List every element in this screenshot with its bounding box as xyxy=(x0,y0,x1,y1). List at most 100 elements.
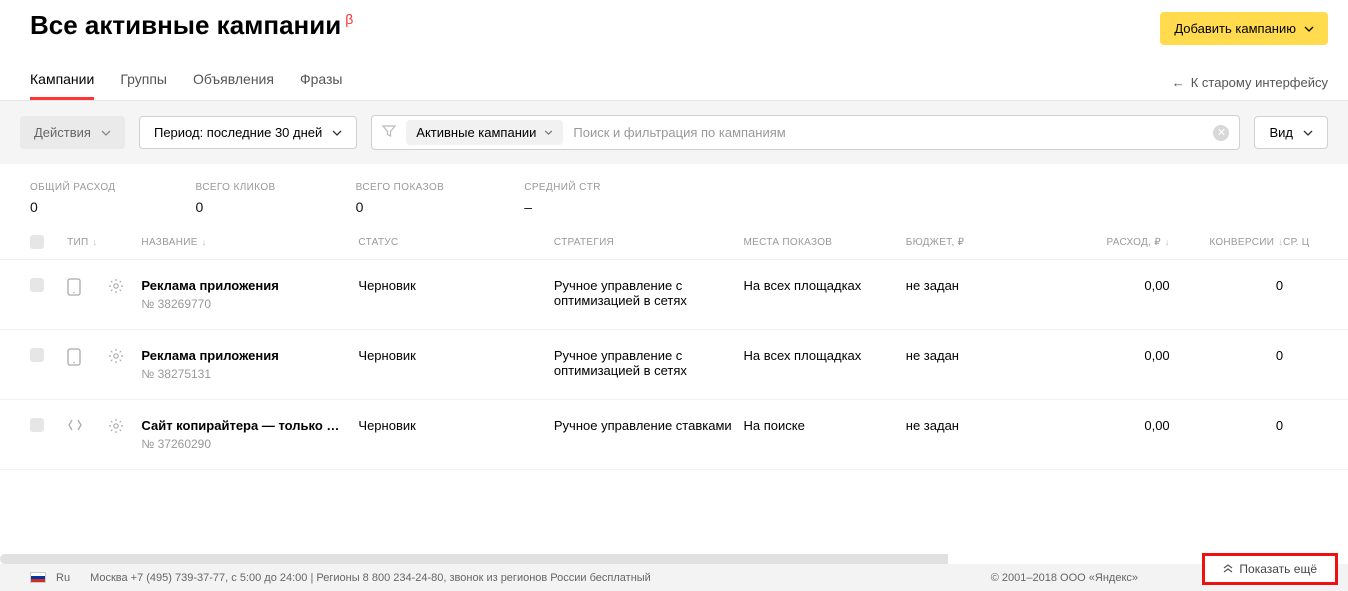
stat-total-impressions: ВСЕГО ПОКАЗОВ 0 xyxy=(356,182,445,215)
stat-label: ВСЕГО КЛИКОВ xyxy=(195,182,275,193)
status-cell: Черновик xyxy=(358,348,553,363)
row-checkbox[interactable] xyxy=(30,348,44,362)
sort-icon: ↓ xyxy=(93,237,98,247)
spend-cell: 0,00 xyxy=(1052,348,1169,363)
period-button[interactable]: Период: последние 30 дней xyxy=(139,116,357,149)
gear-icon[interactable] xyxy=(108,278,141,297)
chevron-down-icon xyxy=(332,130,342,136)
mobile-icon xyxy=(67,278,108,299)
tabs: Кампании Группы Объявления Фразы xyxy=(30,71,343,100)
add-campaign-button[interactable]: Добавить кампанию xyxy=(1160,12,1328,45)
tab-phrases[interactable]: Фразы xyxy=(300,71,343,100)
budget-cell: не задан xyxy=(906,348,1053,363)
show-more-button[interactable]: Показать ещё xyxy=(1202,553,1338,585)
strategy-cell: Ручное управление с оптимизацией в сетях xyxy=(554,278,744,308)
chevron-down-icon xyxy=(544,130,553,135)
footer: Ru Москва +7 (495) 739-37-77, с 5:00 до … xyxy=(0,564,1348,591)
tab-groups[interactable]: Группы xyxy=(120,71,167,100)
lang-label[interactable]: Ru xyxy=(56,572,70,584)
horizontal-scrollbar[interactable] xyxy=(0,554,948,564)
row-checkbox[interactable] xyxy=(30,278,44,292)
campaign-name: Сайт копирайтера — только п... xyxy=(141,418,341,433)
campaign-name: Реклама приложения xyxy=(141,278,341,293)
footer-copyright: © 2001–2018 ООО «Яндекс» xyxy=(991,572,1138,584)
col-name[interactable]: НАЗВАНИЕ↓ xyxy=(141,237,358,248)
table-row[interactable]: Реклама приложения № 38269770ЧерновикРучн… xyxy=(0,260,1348,330)
status-cell: Черновик xyxy=(358,278,553,293)
beta-badge: β xyxy=(345,11,353,27)
flag-ru-icon xyxy=(30,572,46,583)
col-conversions[interactable]: КОНВЕРСИИ↓ xyxy=(1170,237,1283,248)
col-type[interactable]: ТИП↓ xyxy=(67,237,108,248)
old-interface-label: К старому интерфейсу xyxy=(1191,75,1328,90)
stat-label: ВСЕГО ПОКАЗОВ xyxy=(356,182,445,193)
gear-icon[interactable] xyxy=(108,418,141,437)
col-strategy[interactable]: СТРАТЕГИЯ xyxy=(554,237,744,248)
stat-avg-ctr: СРЕДНИЙ CTR – xyxy=(524,182,601,215)
chevron-down-icon xyxy=(1303,130,1313,136)
stat-total-clicks: ВСЕГО КЛИКОВ 0 xyxy=(195,182,275,215)
strategy-cell: Ручное управление с оптимизацией в сетях xyxy=(554,348,744,378)
code-icon xyxy=(67,418,108,435)
campaign-id: № 38269770 xyxy=(141,297,358,311)
search-input[interactable] xyxy=(573,125,1203,140)
stat-value: 0 xyxy=(195,199,275,215)
spend-cell: 0,00 xyxy=(1052,278,1169,293)
filter-chip-label: Активные кампании xyxy=(416,125,536,140)
actions-label: Действия xyxy=(34,125,91,140)
page-title: Все активные кампанииβ xyxy=(30,12,353,38)
view-label: Вид xyxy=(1269,125,1293,140)
actions-button[interactable]: Действия xyxy=(20,116,125,149)
col-avg-price[interactable]: СР. Ц xyxy=(1283,237,1328,248)
clear-search-icon[interactable]: ✕ xyxy=(1213,125,1229,141)
campaign-name-cell[interactable]: Реклама приложения№ 38275131 xyxy=(141,348,358,381)
show-more-label: Показать ещё xyxy=(1239,562,1317,576)
tab-campaigns[interactable]: Кампании xyxy=(30,71,94,100)
campaign-name-cell[interactable]: Реклама приложения № 38269770 xyxy=(141,278,358,311)
conversions-cell: 0 xyxy=(1170,348,1283,363)
filter-chip-active-campaigns[interactable]: Активные кампании xyxy=(406,120,563,145)
mobile-icon xyxy=(67,348,108,369)
stat-value: – xyxy=(524,199,601,215)
page-title-text: Все активные кампании xyxy=(30,10,341,40)
campaign-name: Реклама приложения xyxy=(141,348,341,363)
select-all-checkbox[interactable] xyxy=(30,235,44,249)
stat-label: СРЕДНИЙ CTR xyxy=(524,182,601,193)
table-row[interactable]: Реклама приложения№ 38275131ЧерновикРучн… xyxy=(0,330,1348,400)
spend-cell: 0,00 xyxy=(1052,418,1169,433)
places-cell: На поиске xyxy=(744,418,906,433)
period-label: Период: последние 30 дней xyxy=(154,125,322,140)
row-checkbox[interactable] xyxy=(30,418,44,432)
toolbar: Действия Период: последние 30 дней Актив… xyxy=(0,101,1348,164)
col-spend[interactable]: РАСХОД, ₽↓ xyxy=(1052,237,1169,248)
col-places[interactable]: МЕСТА ПОКАЗОВ xyxy=(744,237,906,248)
campaign-name-cell[interactable]: Сайт копирайтера — только п... № 37260290 xyxy=(141,418,358,451)
stat-value: 0 xyxy=(30,199,115,215)
view-button[interactable]: Вид xyxy=(1254,116,1328,149)
footer-contact: Москва +7 (495) 739-37-77, с 5:00 до 24:… xyxy=(90,572,651,584)
table-header: ТИП↓ НАЗВАНИЕ↓ СТАТУС СТРАТЕГИЯ МЕСТА ПО… xyxy=(0,219,1348,260)
places-cell: На всех площадках xyxy=(744,348,906,363)
sort-icon: ↓ xyxy=(202,237,207,247)
search-filter-box[interactable]: Активные кампании ✕ xyxy=(371,115,1240,150)
col-budget[interactable]: БЮДЖЕТ, ₽ xyxy=(906,237,1053,248)
gear-icon[interactable] xyxy=(108,348,141,367)
col-status[interactable]: СТАТУС xyxy=(358,237,553,248)
places-cell: На всех площадках xyxy=(744,278,906,293)
conversions-cell: 0 xyxy=(1170,418,1283,433)
old-interface-link[interactable]: ← К старому интерфейсу xyxy=(1172,75,1328,100)
conversions-cell: 0 xyxy=(1170,278,1283,293)
status-cell: Черновик xyxy=(358,418,553,433)
campaign-id: № 37260290 xyxy=(141,437,358,451)
table-row[interactable]: Сайт копирайтера — только п... № 37260290… xyxy=(0,400,1348,470)
stat-label: ОБЩИЙ РАСХОД xyxy=(30,182,115,193)
double-chevron-up-icon xyxy=(1223,562,1233,576)
stat-total-spend: ОБЩИЙ РАСХОД 0 xyxy=(30,182,115,215)
add-campaign-label: Добавить кампанию xyxy=(1174,21,1296,36)
chevron-down-icon xyxy=(101,130,111,136)
chevron-down-icon xyxy=(1304,26,1314,32)
budget-cell: не задан xyxy=(906,418,1053,433)
tab-ads[interactable]: Объявления xyxy=(193,71,274,100)
strategy-cell: Ручное управление ставками xyxy=(554,418,744,433)
stat-value: 0 xyxy=(356,199,445,215)
